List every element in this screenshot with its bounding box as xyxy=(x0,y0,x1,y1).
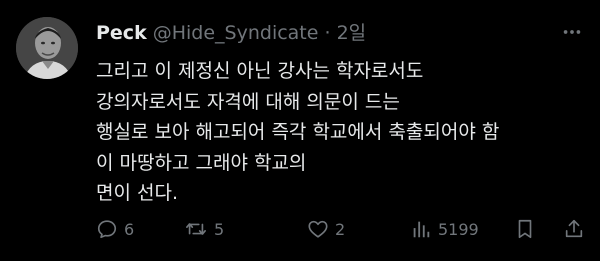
tweet-text-line: 강의자로서도 자격에 대해 의문이 드는 xyxy=(96,90,400,113)
tweet-timestamp[interactable]: 2일 xyxy=(337,22,367,44)
reply-icon xyxy=(97,220,117,239)
header-separator: · xyxy=(324,22,331,44)
bookmark-icon xyxy=(518,219,532,239)
tweet[interactable]: Peck @Hide_Syndicate · 2일 그리고 이 제정신 아닌 강사… xyxy=(0,0,600,261)
more-dots-icon xyxy=(563,30,581,34)
share-button[interactable] xyxy=(563,215,585,243)
tweet-text-line: 행실로 보아 해고되어 즉각 학교에서 축출되어야 함 xyxy=(96,121,500,143)
repost-icon xyxy=(186,223,206,235)
heart-icon xyxy=(308,220,328,238)
views-chart-icon xyxy=(413,221,430,238)
like-button[interactable]: 2 xyxy=(307,215,345,243)
tweet-text-line: 면이 선다. xyxy=(96,182,178,204)
views-count: 5199 xyxy=(438,219,479,239)
tweet-text-line: 이 마땅하고 그래야 학교의 xyxy=(96,151,307,174)
reply-count: 6 xyxy=(124,219,135,239)
more-options-button[interactable] xyxy=(558,18,586,46)
like-count: 2 xyxy=(335,219,346,239)
tweet-text: 그리고 이 제정신 아닌 강사는 학자로서도 강의자로서도 자격에 대해 의문이… xyxy=(96,56,586,209)
share-icon xyxy=(565,219,583,238)
tweet-text-line: 그리고 이 제정신 아닌 강사는 학자로서도 xyxy=(96,60,424,82)
views-button[interactable]: 5199 xyxy=(410,215,479,243)
author-name[interactable]: Peck xyxy=(96,22,147,44)
avatar[interactable] xyxy=(16,17,78,79)
repost-button[interactable]: 5 xyxy=(184,215,224,243)
tweet-header: Peck @Hide_Syndicate · 2일 xyxy=(96,19,366,47)
reply-button[interactable]: 6 xyxy=(96,215,134,243)
author-handle[interactable]: @Hide_Syndicate xyxy=(153,22,319,44)
tweet-actions: 6 5 2 5199 xyxy=(96,215,586,243)
bookmark-button[interactable] xyxy=(514,215,536,243)
repost-count: 5 xyxy=(214,219,225,239)
